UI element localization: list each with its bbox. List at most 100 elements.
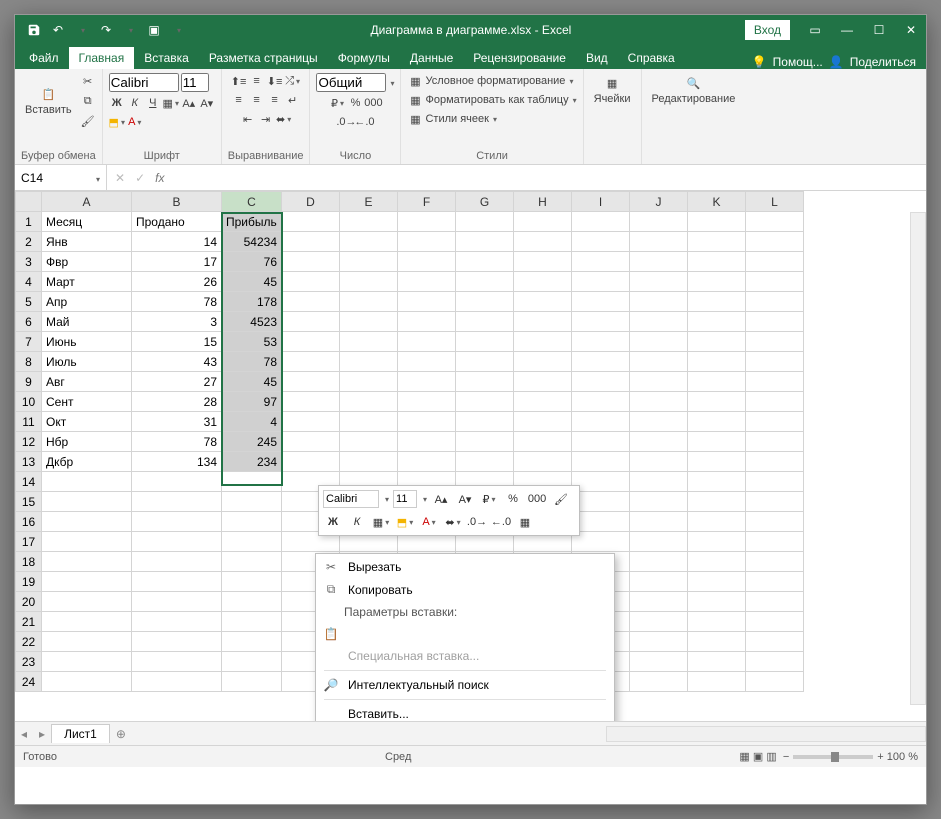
col-header-H[interactable]: H (514, 192, 572, 212)
font-name-input[interactable] (109, 73, 179, 92)
cell-D6[interactable] (282, 312, 340, 332)
cell-styles-button[interactable]: Стили ячеек (425, 113, 488, 125)
cell-F2[interactable] (398, 232, 456, 252)
cell-F3[interactable] (398, 252, 456, 272)
cell-F7[interactable] (398, 332, 456, 352)
cell-H11[interactable] (514, 412, 572, 432)
qat-customize[interactable] (169, 21, 187, 39)
cell-C8[interactable]: 78 (222, 352, 282, 372)
cell-B23[interactable] (132, 652, 222, 672)
col-header-F[interactable]: F (398, 192, 456, 212)
zoom-in-button[interactable]: + (877, 751, 883, 763)
cell-B7[interactable]: 15 (132, 332, 222, 352)
cell-C13[interactable]: 234 (222, 452, 282, 472)
row-header-22[interactable]: 22 (16, 632, 42, 652)
cell-I7[interactable] (572, 332, 630, 352)
number-format-dd[interactable] (388, 77, 394, 89)
cell-L1[interactable] (746, 212, 804, 232)
row-header-21[interactable]: 21 (16, 612, 42, 632)
cell-B1[interactable]: Продано (132, 212, 222, 232)
cell-J5[interactable] (630, 292, 688, 312)
col-header-E[interactable]: E (340, 192, 398, 212)
cell-J4[interactable] (630, 272, 688, 292)
cell-C21[interactable] (222, 612, 282, 632)
cell-K6[interactable] (688, 312, 746, 332)
cell-I15[interactable] (572, 492, 630, 512)
row-header-11[interactable]: 11 (16, 412, 42, 432)
align-top-icon[interactable]: ⬆≡ (231, 73, 247, 89)
cell-C2[interactable]: 54234 (222, 232, 282, 252)
tab-layout[interactable]: Разметка страницы (199, 47, 328, 69)
cell-A19[interactable] (42, 572, 132, 592)
cell-L8[interactable] (746, 352, 804, 372)
cell-A6[interactable]: Май (42, 312, 132, 332)
mini-format-painter-icon[interactable]: 🖌 (551, 489, 571, 509)
cell-A13[interactable]: Дкбр (42, 452, 132, 472)
cell-I4[interactable] (572, 272, 630, 292)
cell-L12[interactable] (746, 432, 804, 452)
cell-E3[interactable] (340, 252, 398, 272)
comma-icon[interactable]: 000 (365, 95, 381, 111)
cell-F10[interactable] (398, 392, 456, 412)
cell-G5[interactable] (456, 292, 514, 312)
accounting-icon[interactable]: ₽ (329, 95, 345, 111)
cell-A3[interactable]: Фвр (42, 252, 132, 272)
view-normal-icon[interactable]: ▦ (739, 750, 749, 763)
cell-G2[interactable] (456, 232, 514, 252)
cell-C24[interactable] (222, 672, 282, 692)
cell-K15[interactable] (688, 492, 746, 512)
cell-G8[interactable] (456, 352, 514, 372)
mini-italic-button[interactable]: К (347, 512, 367, 532)
cell-D3[interactable] (282, 252, 340, 272)
cell-E12[interactable] (340, 432, 398, 452)
cell-C1[interactable]: Прибыль (222, 212, 282, 232)
cell-L15[interactable] (746, 492, 804, 512)
row-header-20[interactable]: 20 (16, 592, 42, 612)
cell-E10[interactable] (340, 392, 398, 412)
mini-size-dd[interactable] (421, 493, 427, 505)
cell-E8[interactable] (340, 352, 398, 372)
enter-formula-icon[interactable]: ✓ (135, 171, 145, 185)
fill-color-button[interactable]: ⬒ (109, 114, 125, 130)
cell-B4[interactable]: 26 (132, 272, 222, 292)
cell-D1[interactable] (282, 212, 340, 232)
zoom-slider[interactable] (793, 755, 873, 759)
cell-E1[interactable] (340, 212, 398, 232)
undo-dropdown[interactable] (73, 21, 91, 39)
fmt-table-button[interactable]: Форматировать как таблицу (425, 94, 568, 106)
cell-K17[interactable] (688, 532, 746, 552)
cell-B21[interactable] (132, 612, 222, 632)
cell-B5[interactable]: 78 (132, 292, 222, 312)
cell-A17[interactable] (42, 532, 132, 552)
cell-B9[interactable]: 27 (132, 372, 222, 392)
cell-L21[interactable] (746, 612, 804, 632)
cell-C19[interactable] (222, 572, 282, 592)
cell-H2[interactable] (514, 232, 572, 252)
align-right-icon[interactable]: ≡ (267, 92, 283, 108)
fmt-table-dd[interactable] (571, 94, 577, 106)
cell-B15[interactable] (132, 492, 222, 512)
cell-D2[interactable] (282, 232, 340, 252)
cell-B6[interactable]: 3 (132, 312, 222, 332)
cell-A18[interactable] (42, 552, 132, 572)
cell-C11[interactable]: 4 (222, 412, 282, 432)
cell-L3[interactable] (746, 252, 804, 272)
cell-L4[interactable] (746, 272, 804, 292)
cell-K16[interactable] (688, 512, 746, 532)
cell-A4[interactable]: Март (42, 272, 132, 292)
row-header-13[interactable]: 13 (16, 452, 42, 472)
cell-J19[interactable] (630, 572, 688, 592)
tab-review[interactable]: Рецензирование (463, 47, 576, 69)
minimize-button[interactable]: — (832, 18, 862, 42)
name-box[interactable]: C14 (15, 165, 107, 190)
maximize-button[interactable]: ☐ (864, 18, 894, 42)
percent-icon[interactable]: % (347, 95, 363, 111)
merge-button[interactable]: ⬌ (276, 111, 292, 127)
cell-A24[interactable] (42, 672, 132, 692)
cell-K14[interactable] (688, 472, 746, 492)
tab-data[interactable]: Данные (400, 47, 463, 69)
cell-C5[interactable]: 178 (222, 292, 282, 312)
cell-I11[interactable] (572, 412, 630, 432)
cell-G4[interactable] (456, 272, 514, 292)
cell-K3[interactable] (688, 252, 746, 272)
